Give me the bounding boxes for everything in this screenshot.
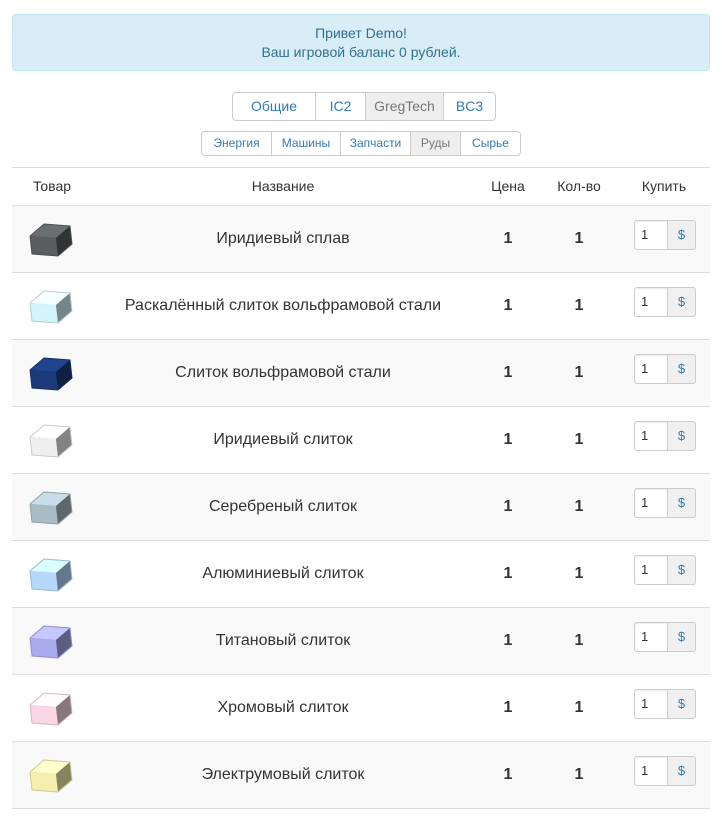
item-price: 1	[503, 431, 513, 448]
aluminium-ingot-icon	[29, 558, 73, 592]
buy-button[interactable]: $	[668, 488, 696, 518]
item-quantity: 1	[574, 632, 584, 649]
buy-amount-input[interactable]: 1	[634, 756, 668, 786]
buy-button[interactable]: $	[668, 220, 696, 250]
tab-gregtech[interactable]: GregTech	[365, 92, 444, 121]
table-row: Слиток вольфрамовой стали 1 1 1 $	[12, 340, 710, 407]
buy-button[interactable]: $	[668, 689, 696, 719]
item-name: Иридиевый слиток	[213, 431, 353, 448]
item-quantity: 1	[574, 297, 584, 314]
buy-button[interactable]: $	[668, 555, 696, 585]
tab-parts[interactable]: Запчасти	[340, 131, 411, 156]
tab-raw[interactable]: Сырье	[460, 131, 521, 156]
header-buy: Купить	[641, 178, 687, 194]
category-tabs: Энергия Машины Запчасти Руды Сырье	[201, 131, 521, 156]
silver-ingot-icon	[29, 491, 73, 525]
tab-ic2[interactable]: IC2	[315, 92, 366, 121]
item-price: 1	[503, 498, 513, 515]
buy-amount-input[interactable]: 1	[634, 488, 668, 518]
table-row: Электрумовый слиток 1 1 1 $	[12, 742, 710, 809]
buy-button[interactable]: $	[668, 287, 696, 317]
header-qty: Кол-во	[557, 178, 601, 194]
buy-group: 1 $	[634, 354, 696, 384]
item-name: Хромовый слиток	[217, 699, 349, 716]
item-price: 1	[503, 230, 513, 247]
buy-button[interactable]: $	[668, 421, 696, 451]
buy-amount-input[interactable]: 1	[634, 689, 668, 719]
balance-alert: Привет Demo! Ваш игровой баланс 0 рублей…	[12, 14, 710, 71]
buy-group: 1 $	[634, 555, 696, 585]
item-price: 1	[503, 766, 513, 783]
table-row: Иридиевый сплав 1 1 1 $	[12, 206, 710, 273]
buy-group: 1 $	[634, 488, 696, 518]
table-header: Товар Название Цена Кол-во Купить	[12, 168, 710, 206]
item-price: 1	[503, 565, 513, 582]
table-row: Титановый слиток 1 1 1 $	[12, 608, 710, 675]
item-quantity: 1	[574, 230, 584, 247]
buy-amount-input[interactable]: 1	[634, 287, 668, 317]
buy-amount-input[interactable]: 1	[634, 220, 668, 250]
table-row: Иридиевый слиток 1 1 1 $	[12, 407, 710, 474]
item-name: Титановый слиток	[215, 632, 351, 649]
electrum-ingot-icon	[29, 759, 73, 793]
buy-group: 1 $	[634, 689, 696, 719]
buy-amount-input[interactable]: 1	[634, 622, 668, 652]
buy-button[interactable]: $	[668, 622, 696, 652]
item-name: Алюминиевый слиток	[202, 565, 364, 582]
mod-tabs: Общие IC2 GregTech BC3	[232, 92, 496, 121]
item-price: 1	[503, 632, 513, 649]
iridium-alloy-icon	[29, 223, 73, 257]
buy-button[interactable]: $	[668, 354, 696, 384]
greeting-text: Привет Demo!	[315, 25, 407, 41]
buy-group: 1 $	[634, 287, 696, 317]
item-quantity: 1	[574, 431, 584, 448]
item-name: Электрумовый слиток	[201, 766, 365, 783]
hot-tungstensteel-ingot-icon	[29, 290, 73, 324]
tab-machines[interactable]: Машины	[271, 131, 341, 156]
buy-amount-input[interactable]: 1	[634, 555, 668, 585]
tungstensteel-ingot-icon	[29, 357, 73, 391]
table-row: Раскалённый слиток вольфрамовой стали 1 1 1…	[12, 273, 710, 340]
item-price: 1	[503, 699, 513, 716]
item-name: Серебреный слиток	[208, 498, 358, 515]
buy-group: 1 $	[634, 756, 696, 786]
item-name: Слиток вольфрамовой стали	[175, 364, 391, 381]
item-quantity: 1	[574, 498, 584, 515]
item-quantity: 1	[574, 364, 584, 381]
chrome-ingot-icon	[29, 692, 73, 726]
item-name: Иридиевый сплав	[216, 230, 350, 247]
item-price: 1	[503, 297, 513, 314]
table-row: Алюминиевый слиток 1 1 1 $	[12, 541, 710, 608]
shop-page: Привет Demo! Ваш игровой баланс 0 рублей…	[0, 0, 722, 821]
item-price: 1	[503, 364, 513, 381]
header-price: Цена	[491, 178, 525, 194]
tab-general[interactable]: Общие	[232, 92, 316, 121]
header-name: Название	[251, 178, 315, 194]
table-body: Иридиевый сплав 1 1 1 $ Раскалённый слиток во…	[12, 206, 710, 809]
header-item: Товар	[32, 178, 72, 194]
buy-button[interactable]: $	[668, 756, 696, 786]
tab-energy[interactable]: Энергия	[201, 131, 272, 156]
buy-amount-input[interactable]: 1	[634, 354, 668, 384]
iridium-ingot-icon	[29, 424, 73, 458]
tab-ores[interactable]: Руды	[410, 131, 461, 156]
items-table: Товар Название Цена Кол-во Купить Иридие…	[12, 167, 710, 809]
item-name: Раскалённый слиток вольфрамовой стали	[124, 297, 442, 314]
titanium-ingot-icon	[29, 625, 73, 659]
balance-text: Ваш игровой баланс 0 рублей.	[261, 44, 461, 60]
item-quantity: 1	[574, 699, 584, 716]
table-row: Серебреный слиток 1 1 1 $	[12, 474, 710, 541]
buy-group: 1 $	[634, 421, 696, 451]
tab-bc3[interactable]: BC3	[443, 92, 496, 121]
table-row: Хромовый слиток 1 1 1 $	[12, 675, 710, 742]
item-quantity: 1	[574, 766, 584, 783]
item-quantity: 1	[574, 565, 584, 582]
buy-group: 1 $	[634, 622, 696, 652]
buy-amount-input[interactable]: 1	[634, 421, 668, 451]
buy-group: 1 $	[634, 220, 696, 250]
